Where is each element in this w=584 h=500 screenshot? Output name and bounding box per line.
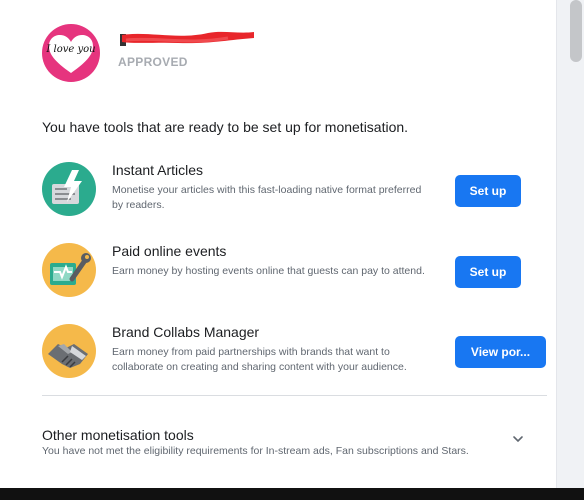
paid-events-icon (42, 243, 96, 297)
redacted-name (120, 31, 254, 46)
tool-title: Brand Collabs Manager (112, 324, 260, 340)
status-badge: APPROVED (118, 55, 188, 69)
divider (42, 395, 547, 396)
setup-instant-articles-button[interactable]: Set up (455, 175, 521, 207)
tool-brand-collabs-manager: Brand Collabs Manager Earn money from pa… (42, 322, 548, 386)
chevron-down-icon[interactable] (511, 432, 525, 446)
instant-articles-icon (42, 162, 96, 216)
tool-description: Earn money by hosting events online that… (112, 265, 425, 277)
tool-title: Paid online events (112, 243, 227, 259)
avatar-text: I love you (46, 44, 96, 55)
tool-description: Earn money from paid partnerships with b… (112, 346, 407, 373)
view-portfolio-button[interactable]: View por... (455, 336, 546, 368)
scrollbar[interactable] (556, 0, 584, 488)
monetisation-panel: I love you APPROVED You have tools that … (0, 0, 556, 488)
other-tools-description: You have not met the eligibility require… (42, 445, 469, 457)
tool-title: Instant Articles (112, 162, 204, 178)
other-tools-title[interactable]: Other monetisation tools (42, 427, 194, 443)
tool-paid-online-events: Paid online events Earn money by hosting… (42, 241, 548, 305)
setup-paid-events-button[interactable]: Set up (455, 256, 521, 288)
tool-instant-articles: Instant Articles Monetise your articles … (42, 160, 548, 224)
bottom-bar (0, 488, 584, 500)
tool-description: Monetise your articles with this fast-lo… (112, 184, 422, 211)
handshake-icon (42, 324, 96, 378)
avatar[interactable]: I love you (42, 24, 100, 82)
intro-text: You have tools that are ready to be set … (42, 119, 409, 135)
scrollbar-thumb[interactable] (570, 0, 582, 62)
